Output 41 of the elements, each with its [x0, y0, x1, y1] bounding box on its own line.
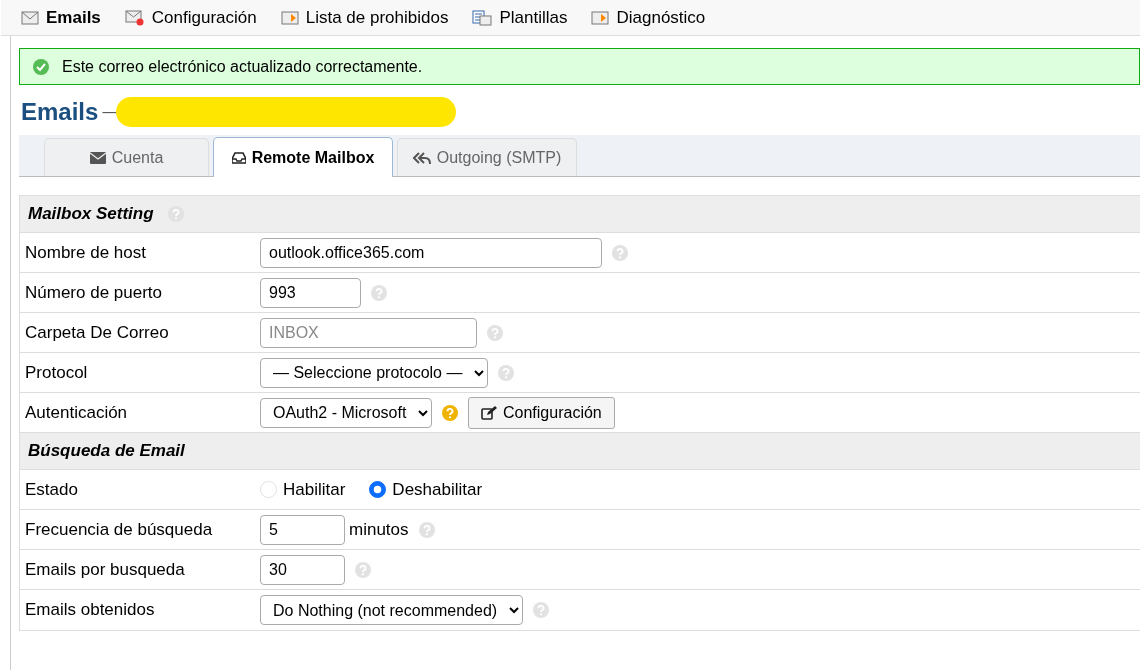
- envelope-icon: [21, 10, 39, 25]
- field-label: Autenticación: [24, 401, 129, 424]
- field-label: Número de puerto: [24, 281, 164, 304]
- tab[interactable]: Remote Mailbox: [213, 137, 393, 177]
- page-title: Emails: [21, 97, 99, 127]
- unit-label: minutos: [349, 518, 409, 541]
- tab[interactable]: Cuenta: [44, 138, 209, 176]
- nav-link[interactable]: Lista de prohibidos: [280, 4, 449, 31]
- field-label: Emails por busqueda: [24, 558, 186, 581]
- alert-message: Este correo electrónico actualizado correctamente.: [62, 56, 423, 77]
- field-label: Emails obtenidos: [24, 599, 156, 622]
- envelope-icon: [89, 151, 106, 164]
- text-field[interactable]: 993: [260, 277, 361, 308]
- field-label: Frecuencia de búsqueda: [24, 518, 214, 541]
- field-label: Estado: [24, 478, 79, 501]
- inbox-icon: [231, 151, 246, 164]
- radio-label: Deshabilitar: [392, 478, 483, 501]
- radio-label: Habilitar: [283, 478, 346, 501]
- field-label: Nombre de host: [24, 241, 147, 264]
- select-field[interactable]: Do Nothing (not recommended): [260, 595, 523, 625]
- field-label: Carpeta De Correo: [24, 321, 170, 344]
- nav-link[interactable]: Diagnóstico: [591, 4, 706, 31]
- field-label: Protocol: [24, 361, 89, 384]
- configure-button[interactable]: Configuración: [468, 396, 615, 429]
- documents-icon: [472, 9, 493, 26]
- section-title: Búsqueda de Email: [28, 440, 185, 463]
- nav-link[interactable]: Configuración: [124, 4, 257, 31]
- text-field[interactable]: outlook.office365.com: [260, 237, 602, 268]
- tab[interactable]: Outgoing (SMTP): [397, 138, 577, 176]
- select-field[interactable]: OAuth2 - Microsoft: [260, 397, 432, 428]
- nav-link[interactable]: Plantillas: [472, 4, 568, 31]
- text-field[interactable]: INBOX: [260, 317, 477, 348]
- radio-button[interactable]: [369, 481, 387, 498]
- nav-link[interactable]: Emails: [21, 4, 101, 31]
- section-title: Mailbox Setting: [28, 203, 154, 226]
- text-field[interactable]: 30: [260, 554, 345, 585]
- edit-icon: [481, 405, 497, 420]
- check-circle-icon: [32, 57, 50, 76]
- text-field[interactable]: 5: [260, 514, 345, 545]
- select-field[interactable]: — Seleccione protocolo —: [260, 357, 488, 388]
- reply-all-icon: [412, 150, 431, 165]
